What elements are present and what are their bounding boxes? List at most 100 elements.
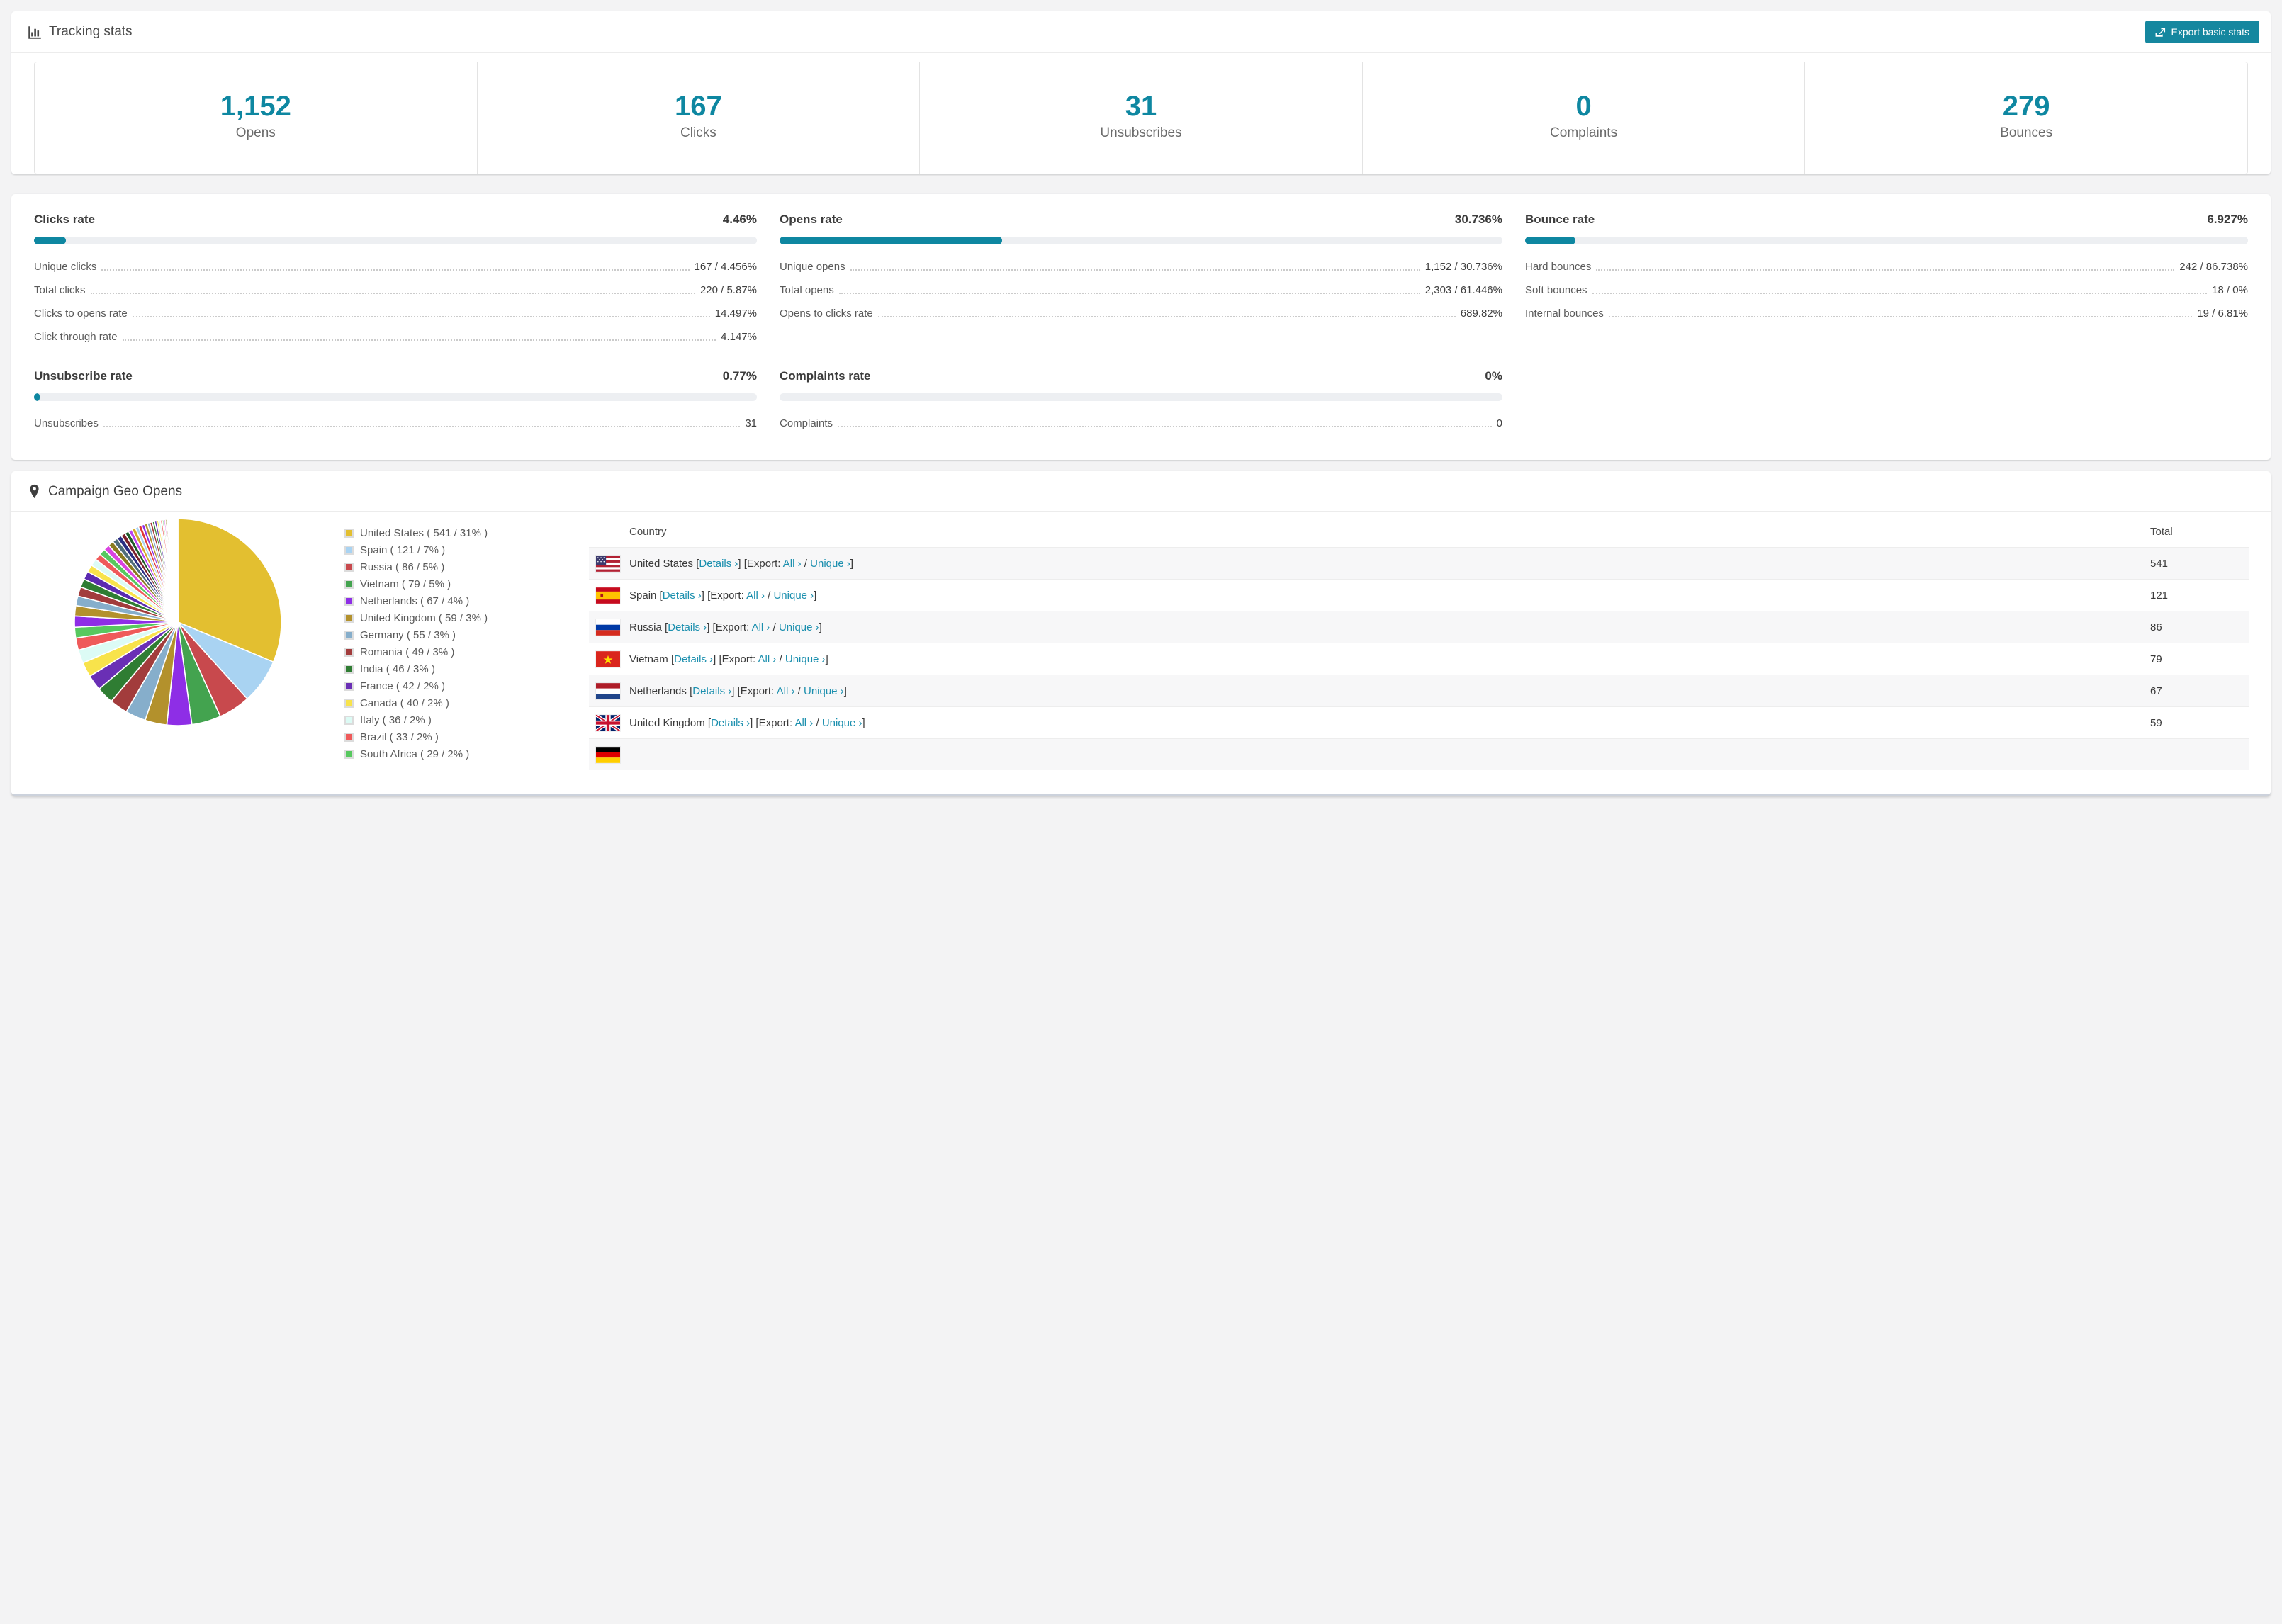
bracket: / xyxy=(801,557,811,570)
stat-cell-clicks: 167 Clicks xyxy=(478,62,921,174)
stat-label: Unsubscribes xyxy=(1100,125,1182,140)
legend-item-spain[interactable]: Spain ( 121 / 7% ) xyxy=(344,544,589,556)
legend-item-brazil[interactable]: Brazil ( 33 / 2% ) xyxy=(344,731,589,743)
rate-value: 0.77% xyxy=(722,369,757,383)
rate-row-label: Total opens xyxy=(780,284,834,296)
legend-item-france[interactable]: France ( 42 / 2% ) xyxy=(344,680,589,692)
export-unique-link[interactable]: Unique › xyxy=(822,717,862,729)
geo-row-total: 67 xyxy=(2150,684,2162,697)
legend-item-italy[interactable]: Italy ( 36 / 2% ) xyxy=(344,714,589,726)
legend-marker xyxy=(344,682,354,691)
details-link[interactable]: Details › xyxy=(699,558,738,570)
legend-marker xyxy=(344,529,354,538)
rate-row-label: Opens to clicks rate xyxy=(780,308,873,320)
bracket: / xyxy=(794,684,804,697)
rate-stat-row: Soft bounces 18 / 0% xyxy=(1525,283,2248,297)
progress-bar-fill xyxy=(780,237,1002,244)
bracket: ] [Export: xyxy=(750,716,795,729)
rate-block-clicks-rate: Clicks rate 4.46% Unique clicks 167 / 4.456… xyxy=(34,213,757,344)
legend-item-vietnam[interactable]: Vietnam ( 79 / 5% ) xyxy=(344,578,589,590)
country-name: Netherlands xyxy=(629,684,690,697)
legend-item-russia[interactable]: Russia ( 86 / 5% ) xyxy=(344,561,589,573)
progress-bar xyxy=(34,393,757,401)
details-link[interactable]: Details › xyxy=(668,621,707,633)
rate-stat-row: Total clicks 220 / 5.87% xyxy=(34,283,757,297)
legend-label: Spain ( 121 / 7% ) xyxy=(360,544,446,556)
rate-row-value: 167 / 4.456% xyxy=(694,261,757,273)
rate-row-label: Hard bounces xyxy=(1525,261,1592,273)
details-link[interactable]: Details › xyxy=(663,590,702,602)
stat-label: Bounces xyxy=(2000,125,2053,140)
rate-row-label: Complaints xyxy=(780,417,833,429)
rate-stat-row: Unsubscribes 31 xyxy=(34,417,757,430)
export-all-link[interactable]: All › xyxy=(794,717,813,729)
legend-label: Italy ( 36 / 2% ) xyxy=(360,714,432,726)
rate-row-label: Total clicks xyxy=(34,284,86,296)
country-name: Vietnam xyxy=(629,653,671,665)
rate-row-value: 0 xyxy=(1496,417,1502,429)
dotted-leader xyxy=(122,339,716,341)
stat-cell-bounces: 279 Bounces xyxy=(1805,62,2247,174)
legend-item-romania[interactable]: Romania ( 49 / 3% ) xyxy=(344,646,589,658)
rate-value: 0% xyxy=(1485,369,1502,383)
legend-item-south-africa[interactable]: South Africa ( 29 / 2% ) xyxy=(344,748,589,760)
details-link[interactable]: Details › xyxy=(692,685,731,697)
rate-row-label: Internal bounces xyxy=(1525,308,1604,320)
legend-item-netherlands[interactable]: Netherlands ( 67 / 4% ) xyxy=(344,595,589,607)
rate-stat-row: Clicks to opens rate 14.497% xyxy=(34,307,757,320)
legend-item-india[interactable]: India ( 46 / 3% ) xyxy=(344,663,589,675)
export-unique-link[interactable]: Unique › xyxy=(785,653,826,665)
rate-stat-row: Internal bounces 19 / 6.81% xyxy=(1525,307,2248,320)
rate-row-value: 14.497% xyxy=(714,308,757,320)
bracket: ] xyxy=(825,653,828,665)
legend-item-canada[interactable]: Canada ( 40 / 2% ) xyxy=(344,697,589,709)
legend-label: Netherlands ( 67 / 4% ) xyxy=(360,595,470,607)
rate-row-value: 689.82% xyxy=(1460,308,1502,320)
dotted-leader xyxy=(1596,269,2175,271)
stat-label: Complaints xyxy=(1550,125,1618,140)
export-unique-link[interactable]: Unique › xyxy=(779,621,819,633)
rate-stat-row: Opens to clicks rate 689.82% xyxy=(780,307,1502,320)
export-all-link[interactable]: All › xyxy=(752,621,770,633)
dotted-leader xyxy=(1592,293,2208,294)
bracket: ] xyxy=(843,684,847,697)
legend-item-united-kingdom[interactable]: United Kingdom ( 59 / 3% ) xyxy=(344,612,589,624)
export-all-link[interactable]: All › xyxy=(758,653,777,665)
dotted-leader xyxy=(90,293,695,294)
rate-block-complaints-rate: Complaints rate 0% Complaints 0 xyxy=(780,369,1502,430)
geo-opens-pie-chart[interactable] xyxy=(72,516,284,728)
bracket: / xyxy=(776,653,785,665)
geo-table-header: Country Total xyxy=(589,516,2249,547)
dotted-leader xyxy=(838,293,1420,294)
country-name: United Kingdom xyxy=(629,716,708,729)
rate-stat-row: Total opens 2,303 / 61.446% xyxy=(780,283,1502,297)
legend-marker xyxy=(344,733,354,742)
legend-label: Russia ( 86 / 5% ) xyxy=(360,561,445,573)
export-unique-link[interactable]: Unique › xyxy=(773,590,814,602)
legend-item-united-states[interactable]: United States ( 541 / 31% ) xyxy=(344,527,589,539)
rate-title: Bounce rate xyxy=(1525,213,1595,226)
rate-value: 4.46% xyxy=(722,213,757,226)
details-link[interactable]: Details › xyxy=(674,653,713,665)
export-all-link[interactable]: All › xyxy=(783,558,802,570)
rate-head: Unsubscribe rate 0.77% xyxy=(34,369,757,383)
details-link[interactable]: Details › xyxy=(711,717,750,729)
export-all-link[interactable]: All › xyxy=(777,685,795,697)
rate-row-label: Unique opens xyxy=(780,261,845,273)
export-unique-link[interactable]: Unique › xyxy=(810,558,850,570)
legend-item-germany[interactable]: Germany ( 55 / 3% ) xyxy=(344,629,589,641)
rate-row-label: Click through rate xyxy=(34,331,118,343)
export-unique-link[interactable]: Unique › xyxy=(804,685,844,697)
export-all-link[interactable]: All › xyxy=(746,590,765,602)
export-basic-stats-button[interactable]: Export basic stats xyxy=(2145,21,2259,43)
geo-title: Campaign Geo Opens xyxy=(48,484,183,499)
rate-stat-row: Click through rate 4.147% xyxy=(34,330,757,344)
stat-value: 279 xyxy=(2002,91,2050,122)
legend-marker xyxy=(344,580,354,589)
bracket: ] xyxy=(850,557,854,570)
stat-value: 0 xyxy=(1575,91,1592,122)
country-column-header: Country xyxy=(629,525,667,538)
progress-bar xyxy=(1525,237,2248,244)
geo-pie-wrap xyxy=(11,516,344,770)
geo-row-total: 121 xyxy=(2150,589,2169,602)
